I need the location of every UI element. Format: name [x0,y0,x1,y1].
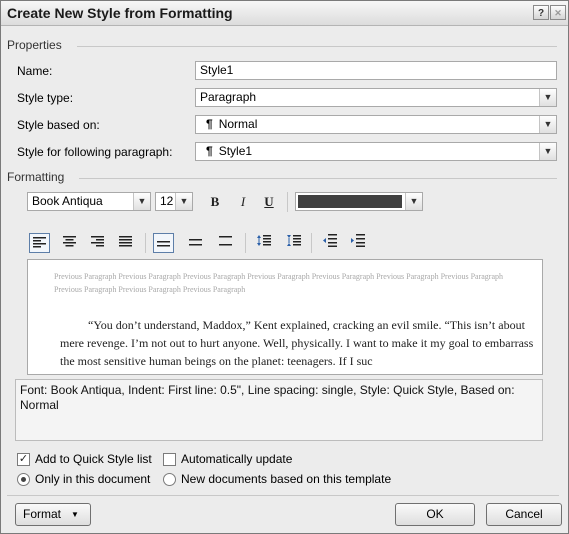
chevron-down-icon[interactable]: ▼ [539,143,556,160]
font-color-select[interactable]: ▼ [295,192,423,211]
style-type-value: Paragraph [200,90,257,104]
create-style-dialog: Create New Style from Formatting ? ✕ Pro… [0,0,569,534]
auto-update-label[interactable]: Automatically update [181,452,292,466]
style-description: Font: Book Antiqua, Indent: First line: … [15,379,543,441]
chevron-down-icon[interactable]: ▼ [405,193,422,210]
style-type-label: Style type: [17,91,74,105]
footer-divider [7,495,559,496]
toolbar-divider [145,233,146,253]
spacing-before-icon [256,235,271,246]
auto-update-checkbox[interactable] [163,453,176,466]
format-button-label: Format [23,507,62,521]
increase-indent-icon [350,234,365,247]
style-based-on-select[interactable]: ¶ Normal ▼ [195,115,557,134]
preview-sample-text: “You don’t understand, Maddox,” Kent exp… [60,318,534,368]
spacing-after-icon [286,235,301,246]
italic-button[interactable]: I [233,192,253,211]
double-spacing-button[interactable] [215,233,236,253]
properties-divider [77,46,557,47]
formatting-section-label: Formatting [7,170,65,184]
justify-button[interactable] [115,233,136,253]
increase-indent-button[interactable] [347,233,368,253]
align-center-button[interactable] [59,233,80,253]
paragraph-mark-icon: ¶ [206,117,213,131]
align-left-icon [33,237,46,248]
style-following-select[interactable]: ¶ Style1 ▼ [195,142,557,161]
previous-paragraph-text: Previous Paragraph Previous Paragraph Pr… [54,272,504,294]
align-right-button[interactable] [87,233,108,253]
only-this-document-label[interactable]: Only in this document [35,472,150,486]
paragraph-mark-icon: ¶ [206,144,213,158]
toolbar-divider [287,192,288,212]
name-input[interactable]: Style1 [195,61,557,80]
formatting-divider [79,178,557,179]
style-based-on-value: Normal [218,117,258,131]
style-following-label: Style for following paragraph: [17,145,173,159]
dialog-title: Create New Style from Formatting [7,5,233,21]
font-select[interactable]: Book Antiqua ▼ [27,192,151,211]
decrease-spacing-before-button[interactable] [283,233,304,253]
font-size-select[interactable]: 12 ▼ [155,192,193,211]
chevron-down-icon[interactable]: ▼ [175,193,192,210]
bold-button[interactable]: B [205,192,225,211]
font-color-swatch [298,195,402,208]
style-type-select[interactable]: Paragraph ▼ [195,88,557,107]
chevron-down-icon[interactable]: ▼ [539,89,556,106]
format-button[interactable]: Format ▼ [15,503,91,526]
align-center-icon [63,236,76,247]
new-documents-radio[interactable] [163,473,176,486]
name-label: Name: [17,64,53,78]
double-spacing-icon [219,236,232,246]
ok-button[interactable]: OK [395,503,475,526]
increase-spacing-before-button[interactable] [253,233,274,253]
toolbar-divider [245,233,246,253]
single-spacing-icon [157,241,170,247]
add-quick-style-checkbox[interactable]: ✓ [17,453,30,466]
add-quick-style-label[interactable]: Add to Quick Style list [35,452,152,466]
justify-icon [119,236,132,247]
decrease-indent-button[interactable] [319,233,340,253]
style-based-on-label: Style based on: [17,118,100,132]
underline-button[interactable]: U [259,192,279,211]
new-documents-label[interactable]: New documents based on this template [181,472,391,486]
help-button[interactable]: ? [533,5,549,20]
one-half-spacing-icon [189,239,202,246]
style-following-value: Style1 [218,144,253,158]
title-bar: Create New Style from Formatting ? ✕ [1,1,568,26]
one-half-spacing-button[interactable] [185,233,206,253]
align-right-icon [91,236,104,247]
close-button[interactable]: ✕ [550,5,566,20]
only-this-document-radio[interactable] [17,473,30,486]
chevron-down-icon: ▼ [71,510,79,519]
font-value: Book Antiqua [32,194,103,208]
toolbar-divider [311,233,312,253]
chevron-down-icon[interactable]: ▼ [539,116,556,133]
align-left-button[interactable] [29,233,50,253]
cancel-button[interactable]: Cancel [486,503,562,526]
properties-section-label: Properties [7,38,62,52]
decrease-indent-icon [322,234,337,247]
chevron-down-icon[interactable]: ▼ [133,193,150,210]
style-preview: Previous Paragraph Previous Paragraph Pr… [27,259,543,375]
single-spacing-button[interactable] [153,233,174,253]
font-size-value: 12 [160,194,174,208]
